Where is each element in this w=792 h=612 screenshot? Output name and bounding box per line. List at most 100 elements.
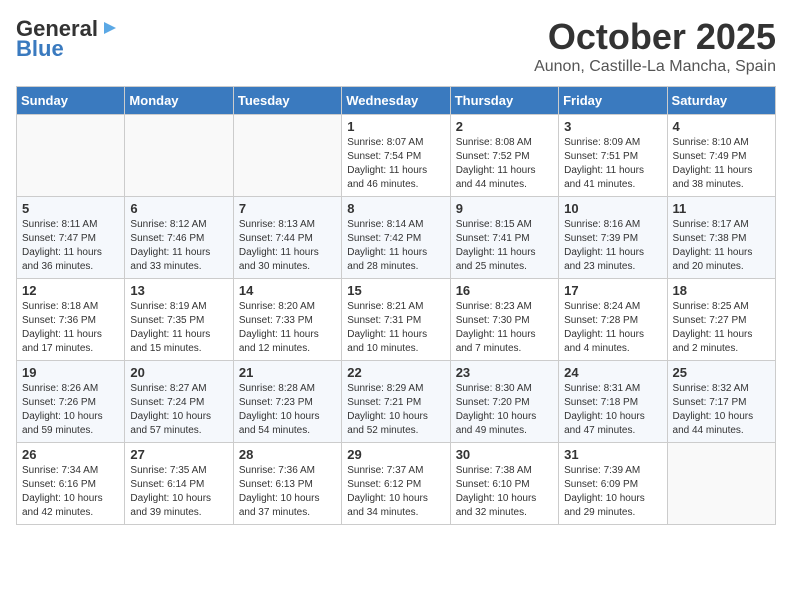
day-info: Sunrise: 8:31 AM Sunset: 7:18 PM Dayligh… (564, 382, 661, 438)
calendar-cell: 9 Sunrise: 8:15 AM Sunset: 7:41 PM Daylig… (450, 197, 558, 279)
logo-arrow-icon (100, 18, 120, 38)
calendar-cell: 2Sunrise: 8:08 AM Sunset: 7:52 PM Daylig… (450, 115, 558, 197)
day-info: Sunrise: 8:23 AM Sunset: 7:30 PM Dayligh… (456, 300, 553, 356)
day-info: Sunrise: 8:26 AM Sunset: 7:26 PM Dayligh… (22, 382, 119, 438)
day-header-monday: Monday (125, 87, 233, 115)
day-info: Sunrise: 8:30 AM Sunset: 7:20 PM Dayligh… (456, 382, 553, 438)
day-number: 24 (564, 365, 661, 380)
calendar-cell: 8 Sunrise: 8:14 AM Sunset: 7:42 PM Daylig… (342, 197, 450, 279)
day-info: Sunrise: 8:14 AM Sunset: 7:42 PM Dayligh… (347, 218, 444, 274)
calendar-cell: 23 Sunrise: 8:30 AM Sunset: 7:20 PM Dayli… (450, 361, 558, 443)
calendar-cell: 11 Sunrise: 8:17 AM Sunset: 7:38 PM Dayli… (667, 197, 775, 279)
day-info: Sunrise: 8:17 AM Sunset: 7:38 PM Dayligh… (673, 218, 770, 274)
day-info: Sunrise: 8:15 AM Sunset: 7:41 PM Dayligh… (456, 218, 553, 274)
calendar-cell: 18 Sunrise: 8:25 AM Sunset: 7:27 PM Dayli… (667, 279, 775, 361)
day-header-saturday: Saturday (667, 87, 775, 115)
day-info: Sunrise: 8:25 AM Sunset: 7:27 PM Dayligh… (673, 300, 770, 356)
month-title: October 2025 (534, 16, 776, 58)
calendar-header-row: SundayMondayTuesdayWednesdayThursdayFrid… (17, 87, 776, 115)
day-number: 12 (22, 283, 119, 298)
calendar-cell: 10Sunrise: 8:16 AM Sunset: 7:39 PM Dayli… (559, 197, 667, 279)
calendar-cell (667, 443, 775, 525)
calendar-cell: 30 Sunrise: 7:38 AM Sunset: 6:10 PM Dayli… (450, 443, 558, 525)
calendar-week-1: 1Sunrise: 8:07 AM Sunset: 7:54 PM Daylig… (17, 115, 776, 197)
day-header-tuesday: Tuesday (233, 87, 341, 115)
day-number: 15 (347, 283, 444, 298)
day-info: Sunrise: 7:38 AM Sunset: 6:10 PM Dayligh… (456, 464, 553, 520)
calendar-cell: 25Sunrise: 8:32 AM Sunset: 7:17 PM Dayli… (667, 361, 775, 443)
day-info: Sunrise: 8:18 AM Sunset: 7:36 PM Dayligh… (22, 300, 119, 356)
day-info: Sunrise: 7:36 AM Sunset: 6:13 PM Dayligh… (239, 464, 336, 520)
day-info: Sunrise: 8:20 AM Sunset: 7:33 PM Dayligh… (239, 300, 336, 356)
day-number: 16 (456, 283, 553, 298)
calendar-cell: 7 Sunrise: 8:13 AM Sunset: 7:44 PM Daylig… (233, 197, 341, 279)
calendar-cell: 26Sunrise: 7:34 AM Sunset: 6:16 PM Dayli… (17, 443, 125, 525)
day-info: Sunrise: 8:29 AM Sunset: 7:21 PM Dayligh… (347, 382, 444, 438)
day-info: Sunrise: 8:12 AM Sunset: 7:46 PM Dayligh… (130, 218, 227, 274)
day-info: Sunrise: 8:21 AM Sunset: 7:31 PM Dayligh… (347, 300, 444, 356)
calendar-cell: 29 Sunrise: 7:37 AM Sunset: 6:12 PM Dayli… (342, 443, 450, 525)
day-info: Sunrise: 8:13 AM Sunset: 7:44 PM Dayligh… (239, 218, 336, 274)
day-number: 7 (239, 201, 336, 216)
calendar-table: SundayMondayTuesdayWednesdayThursdayFrid… (16, 86, 776, 525)
calendar-cell: 28Sunrise: 7:36 AM Sunset: 6:13 PM Dayli… (233, 443, 341, 525)
day-info: Sunrise: 7:39 AM Sunset: 6:09 PM Dayligh… (564, 464, 661, 520)
day-number: 1 (347, 119, 444, 134)
day-info: Sunrise: 8:19 AM Sunset: 7:35 PM Dayligh… (130, 300, 227, 356)
calendar-cell: 24 Sunrise: 8:31 AM Sunset: 7:18 PM Dayli… (559, 361, 667, 443)
day-number: 19 (22, 365, 119, 380)
day-info: Sunrise: 8:24 AM Sunset: 7:28 PM Dayligh… (564, 300, 661, 356)
calendar-cell: 14Sunrise: 8:20 AM Sunset: 7:33 PM Dayli… (233, 279, 341, 361)
day-number: 27 (130, 447, 227, 462)
day-number: 30 (456, 447, 553, 462)
day-header-sunday: Sunday (17, 87, 125, 115)
day-number: 11 (673, 201, 770, 216)
day-info: Sunrise: 8:09 AM Sunset: 7:51 PM Dayligh… (564, 136, 661, 192)
day-number: 8 (347, 201, 444, 216)
day-number: 29 (347, 447, 444, 462)
calendar-week-3: 12 Sunrise: 8:18 AM Sunset: 7:36 PM Dayli… (17, 279, 776, 361)
day-number: 25 (673, 365, 770, 380)
calendar-cell: 27 Sunrise: 7:35 AM Sunset: 6:14 PM Dayli… (125, 443, 233, 525)
calendar-week-2: 5 Sunrise: 8:11 AM Sunset: 7:47 PM Daylig… (17, 197, 776, 279)
calendar-cell: 1Sunrise: 8:07 AM Sunset: 7:54 PM Daylig… (342, 115, 450, 197)
day-header-friday: Friday (559, 87, 667, 115)
day-info: Sunrise: 7:34 AM Sunset: 6:16 PM Dayligh… (22, 464, 119, 520)
calendar-cell: 5 Sunrise: 8:11 AM Sunset: 7:47 PM Daylig… (17, 197, 125, 279)
day-number: 18 (673, 283, 770, 298)
location: Aunon, Castille-La Mancha, Spain (534, 58, 776, 76)
day-number: 9 (456, 201, 553, 216)
calendar-cell: 13Sunrise: 8:19 AM Sunset: 7:35 PM Dayli… (125, 279, 233, 361)
calendar-cell (17, 115, 125, 197)
calendar-cell: 22 Sunrise: 8:29 AM Sunset: 7:21 PM Dayli… (342, 361, 450, 443)
calendar-week-5: 26Sunrise: 7:34 AM Sunset: 6:16 PM Dayli… (17, 443, 776, 525)
day-info: Sunrise: 8:10 AM Sunset: 7:49 PM Dayligh… (673, 136, 770, 192)
day-number: 2 (456, 119, 553, 134)
calendar-cell: 31Sunrise: 7:39 AM Sunset: 6:09 PM Dayli… (559, 443, 667, 525)
calendar-cell: 16 Sunrise: 8:23 AM Sunset: 7:30 PM Dayli… (450, 279, 558, 361)
calendar-cell: 19 Sunrise: 8:26 AM Sunset: 7:26 PM Dayli… (17, 361, 125, 443)
day-number: 17 (564, 283, 661, 298)
day-number: 23 (456, 365, 553, 380)
day-info: Sunrise: 8:28 AM Sunset: 7:23 PM Dayligh… (239, 382, 336, 438)
day-number: 4 (673, 119, 770, 134)
calendar-cell: 4 Sunrise: 8:10 AM Sunset: 7:49 PM Daylig… (667, 115, 775, 197)
calendar-cell: 17 Sunrise: 8:24 AM Sunset: 7:28 PM Dayli… (559, 279, 667, 361)
day-info: Sunrise: 7:37 AM Sunset: 6:12 PM Dayligh… (347, 464, 444, 520)
calendar-cell: 3Sunrise: 8:09 AM Sunset: 7:51 PM Daylig… (559, 115, 667, 197)
day-number: 20 (130, 365, 227, 380)
day-info: Sunrise: 7:35 AM Sunset: 6:14 PM Dayligh… (130, 464, 227, 520)
logo: General Blue (16, 16, 120, 62)
calendar-cell: 12 Sunrise: 8:18 AM Sunset: 7:36 PM Dayli… (17, 279, 125, 361)
title-block: October 2025 Aunon, Castille-La Mancha, … (534, 16, 776, 76)
day-header-wednesday: Wednesday (342, 87, 450, 115)
calendar-cell: 21Sunrise: 8:28 AM Sunset: 7:23 PM Dayli… (233, 361, 341, 443)
day-number: 5 (22, 201, 119, 216)
day-number: 22 (347, 365, 444, 380)
logo-blue: Blue (16, 36, 64, 62)
calendar-cell (233, 115, 341, 197)
day-info: Sunrise: 8:11 AM Sunset: 7:47 PM Dayligh… (22, 218, 119, 274)
calendar-cell (125, 115, 233, 197)
calendar-cell: 15 Sunrise: 8:21 AM Sunset: 7:31 PM Dayli… (342, 279, 450, 361)
day-info: Sunrise: 8:16 AM Sunset: 7:39 PM Dayligh… (564, 218, 661, 274)
